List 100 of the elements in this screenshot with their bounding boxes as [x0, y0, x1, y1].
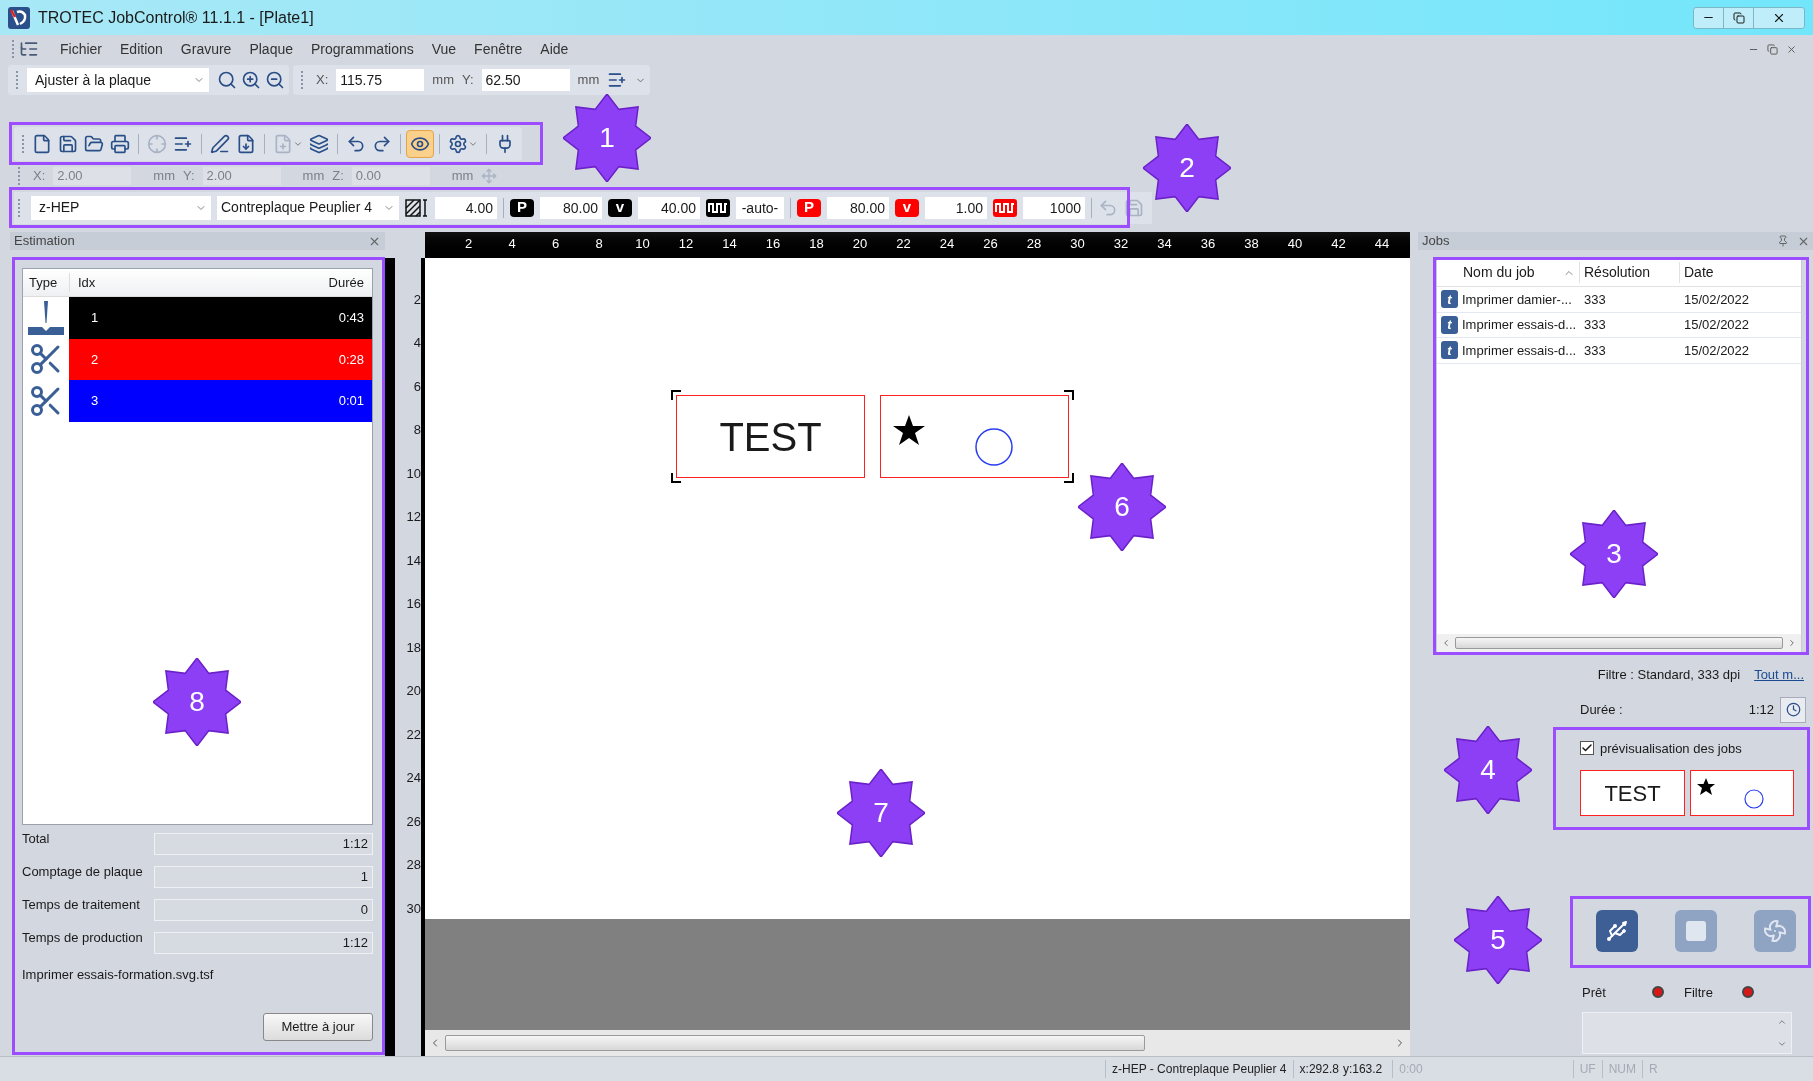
- update-button[interactable]: Mettre à jour: [263, 1012, 373, 1041]
- zoom-in-icon[interactable]: [241, 70, 261, 90]
- file-plus-icon: [273, 133, 293, 154]
- pin-icon[interactable]: [1777, 234, 1789, 247]
- ruler-label: 28: [406, 856, 421, 875]
- layer-row[interactable]: 1 0:43: [69, 297, 372, 339]
- field-label: Z:: [332, 167, 344, 186]
- zoom-dropdown[interactable]: Ajuster à la plaque: [27, 68, 209, 92]
- parameter-field[interactable]: 80.00: [827, 196, 889, 219]
- ruler-label: 30: [406, 899, 421, 918]
- ruler-label: 2: [413, 290, 421, 309]
- ruler-label: 22: [406, 725, 421, 744]
- redo-icon: [372, 133, 392, 154]
- duration-label: Durée :: [1580, 700, 1623, 719]
- menu-item[interactable]: Fenêtre: [465, 38, 532, 60]
- panel-title: Jobs: [1422, 232, 1450, 251]
- layers-icon: [309, 133, 329, 154]
- column-header[interactable]: Date: [1679, 262, 1801, 283]
- date-cell-text: 15/02/2022: [1683, 316, 1751, 334]
- menu-item[interactable]: Vue: [422, 38, 466, 60]
- unit-label: mm: [153, 167, 175, 186]
- column-header[interactable]: Durée: [109, 272, 372, 293]
- restore-icon: [1732, 11, 1745, 24]
- parameter-field[interactable]: 1000: [1023, 196, 1085, 219]
- field-label: X:: [316, 71, 329, 90]
- status-label: Filtre: [1684, 983, 1714, 1002]
- callout-badge: 4: [1444, 726, 1532, 814]
- parameter-field[interactable]: 80.00: [540, 196, 602, 219]
- scrollbar-thumb[interactable]: [1455, 637, 1783, 649]
- parameter-field[interactable]: 40.00: [638, 196, 700, 219]
- preview-checkbox[interactable]: [1580, 741, 1594, 756]
- layer-row[interactable]: 3 0:01: [69, 380, 372, 422]
- folder-icon: [84, 133, 104, 154]
- stop-icon: [1684, 918, 1708, 943]
- ruler-label: 22: [896, 235, 911, 253]
- ruler-label: 4: [413, 334, 421, 353]
- job-row[interactable]: t Imprimer essais-d... 333 15/02/2022: [1437, 338, 1801, 364]
- ruler-label: 14: [406, 551, 421, 570]
- ruler-label: 30: [1070, 235, 1085, 253]
- filter-text: Filtre : Standard, 333 dpi: [1597, 666, 1741, 684]
- callout-badge: 3: [1570, 510, 1658, 598]
- job-type-glyph: t: [1441, 341, 1458, 360]
- menu-item[interactable]: Aide: [531, 38, 578, 60]
- resolution-cell-text: 333: [1583, 341, 1607, 360]
- column-header[interactable]: Idx: [69, 272, 109, 293]
- canvas-text-object[interactable]: TEST: [676, 395, 865, 478]
- scroll-up-icon[interactable]: [1777, 1017, 1787, 1027]
- job-row[interactable]: t Imprimer damier-... 333 15/02/2022: [1437, 287, 1801, 313]
- ruler-label: 16: [765, 235, 781, 253]
- ruler-label: 24: [406, 769, 421, 788]
- profile-dropdown[interactable]: z-HEP: [31, 195, 211, 220]
- x-field[interactable]: 115.75: [336, 69, 425, 91]
- column-header[interactable]: Résolution: [1579, 262, 1679, 283]
- list-plus-icon[interactable]: [607, 70, 628, 90]
- mdi-close-icon[interactable]: [1786, 43, 1797, 55]
- parameter-field[interactable]: -auto-: [736, 196, 784, 219]
- panel-title: Estimation: [14, 232, 75, 251]
- ruler-label: 40: [1287, 235, 1303, 253]
- menu-item[interactable]: Edition: [111, 38, 172, 60]
- column-header[interactable]: Type: [23, 272, 69, 293]
- mdi-restore-icon[interactable]: [1767, 43, 1778, 55]
- material-dropdown[interactable]: Contreplaque Peuplier 4: [217, 195, 399, 220]
- job-row[interactable]: t Imprimer essais-d... 333 15/02/2022: [1437, 312, 1801, 338]
- thickness-field[interactable]: 4.00: [435, 196, 497, 219]
- zoom-out-icon[interactable]: [265, 70, 285, 90]
- scrollbar-thumb[interactable]: [445, 1035, 1145, 1051]
- canvas-shape-object[interactable]: [880, 395, 1069, 478]
- timer-button[interactable]: [1780, 696, 1806, 723]
- ruler-label: 24: [939, 235, 955, 253]
- column-header[interactable]: Nom du job: [1461, 262, 1579, 283]
- selection-handles[interactable]: [671, 390, 1074, 483]
- ruler-label: 8: [595, 235, 603, 253]
- status-label: Prêt: [1582, 983, 1607, 1002]
- parameter-field[interactable]: 1.00: [925, 196, 987, 219]
- pen-icon: [210, 133, 230, 154]
- ruler-label: 32: [1113, 235, 1129, 253]
- save-icon: [58, 133, 78, 154]
- ruler-label: 8: [413, 421, 421, 440]
- checkbox-label: prévisualisation des jobs: [1600, 739, 1742, 758]
- usb-button[interactable]: [1596, 909, 1639, 952]
- scroll-left-icon[interactable]: [1441, 638, 1451, 648]
- menu-icon[interactable]: [19, 39, 39, 59]
- index-cell-text: 3: [90, 392, 100, 410]
- parameter-glyph: v: [895, 198, 919, 217]
- toolbar-button[interactable]: [406, 129, 434, 158]
- file-name: Imprimer essais-formation.svg.tsf: [22, 966, 215, 984]
- menu-item[interactable]: Programmations: [302, 38, 423, 60]
- menu-item[interactable]: Fichier: [51, 38, 111, 60]
- search-icon[interactable]: [217, 70, 237, 90]
- scroll-right-icon[interactable]: [1787, 638, 1797, 648]
- menu-item[interactable]: Plaque: [240, 38, 302, 60]
- show-all-link[interactable]: Tout m...: [1754, 665, 1804, 685]
- menu-item[interactable]: Gravure: [171, 38, 241, 60]
- scroll-down-icon[interactable]: [1777, 1039, 1787, 1049]
- ruler-label: 26: [406, 812, 421, 831]
- stat-label: Comptage de plaque: [22, 863, 144, 881]
- layer-row[interactable]: 2 0:28: [69, 338, 372, 380]
- y-field[interactable]: 62.50: [481, 69, 570, 91]
- ruler-label: 10: [635, 235, 650, 253]
- ruler-label: 6: [413, 377, 421, 396]
